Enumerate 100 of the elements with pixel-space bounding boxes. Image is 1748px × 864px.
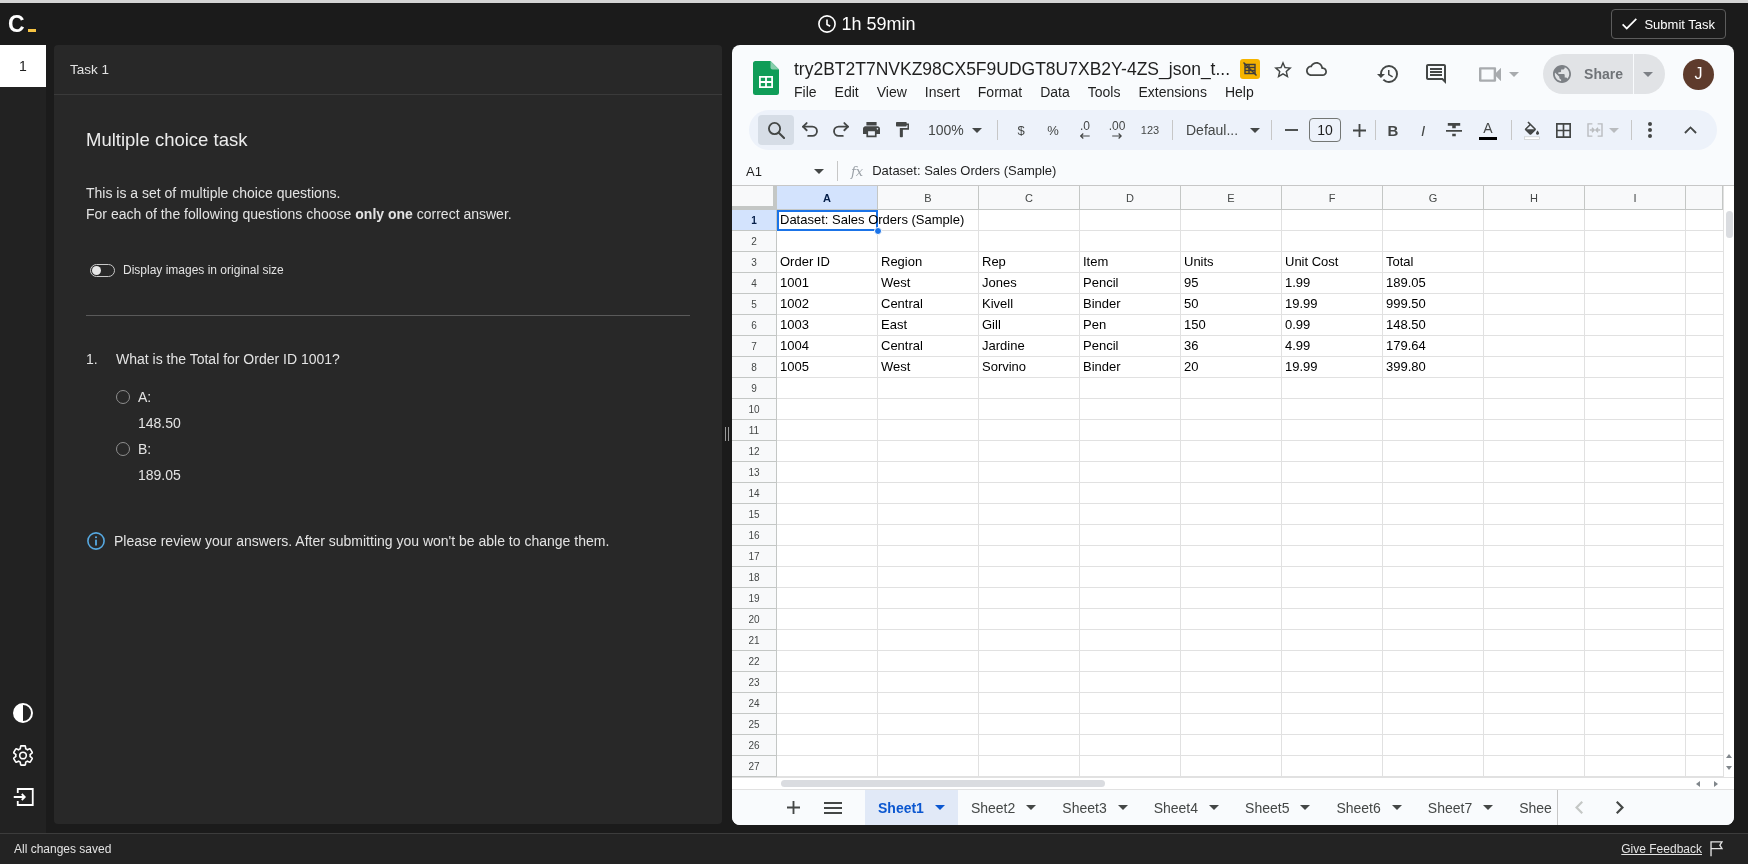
menu-item[interactable]: Help xyxy=(1215,82,1263,102)
menu-item[interactable]: File xyxy=(785,82,826,102)
name-box[interactable]: A1 xyxy=(740,159,829,183)
submit-button[interactable]: Submit Task xyxy=(1611,9,1726,39)
column-header[interactable]: F xyxy=(1282,186,1383,210)
chevron-right-icon[interactable] xyxy=(1616,801,1624,814)
row-number[interactable]: 11 xyxy=(732,420,777,441)
undo-icon[interactable] xyxy=(801,122,818,138)
column-header[interactable]: E xyxy=(1181,186,1282,210)
row-number[interactable]: 10 xyxy=(732,399,777,420)
column-header[interactable]: D xyxy=(1080,186,1181,210)
sheet-tab[interactable]: Sheet3 xyxy=(1049,790,1141,825)
redo-icon[interactable] xyxy=(832,122,849,138)
row-number[interactable]: 21 xyxy=(732,630,777,651)
sheet-tab[interactable]: Sheet2 xyxy=(957,790,1050,825)
task-tab[interactable]: 1 xyxy=(0,45,46,87)
row-number[interactable]: 19 xyxy=(732,588,777,609)
comment-icon[interactable] xyxy=(1426,64,1447,84)
menu-item[interactable]: Edit xyxy=(825,82,868,102)
scrollbar-thumb[interactable] xyxy=(1725,211,1733,238)
column-header[interactable]: C xyxy=(979,186,1080,210)
currency-button[interactable]: $ xyxy=(1005,115,1037,145)
font-dropdown[interactable]: Defaul... xyxy=(1178,115,1266,145)
sheet-tab[interactable]: Sheet6 xyxy=(1323,790,1415,825)
up-arrow-icon[interactable] xyxy=(1726,754,1732,758)
grid-icon[interactable] xyxy=(1555,122,1571,138)
minus-icon[interactable] xyxy=(1284,129,1298,131)
menu-item[interactable]: Extensions xyxy=(1129,82,1216,102)
row-number[interactable]: 26 xyxy=(732,735,777,756)
row-number[interactable]: 12 xyxy=(732,441,777,462)
row-number[interactable]: 3 xyxy=(732,252,777,273)
down-arrow-icon[interactable] xyxy=(1726,766,1732,770)
flag-icon[interactable] xyxy=(1710,841,1723,857)
star-icon[interactable] xyxy=(1274,60,1293,78)
row-number[interactable]: 16 xyxy=(732,525,777,546)
row-number[interactable]: 5 xyxy=(732,294,777,315)
sheet-tab[interactable]: Sheet4 xyxy=(1140,790,1233,825)
column-header[interactable]: A xyxy=(777,186,878,210)
resize-handle[interactable] xyxy=(725,427,729,441)
number-format-button[interactable]: 123 xyxy=(1133,115,1167,145)
row-number[interactable]: 6 xyxy=(732,315,777,336)
decrease-decimal-button[interactable]: .0 xyxy=(1069,115,1101,145)
scrollbar-thumb[interactable] xyxy=(781,780,1105,787)
sheet-tab[interactable]: Sheet5 xyxy=(1232,790,1324,825)
strikethrough-icon[interactable] xyxy=(1446,123,1462,137)
share-button[interactable]: Share xyxy=(1543,54,1633,94)
row-number[interactable]: 22 xyxy=(732,651,777,672)
column-header[interactable]: B xyxy=(878,186,979,210)
italic-button[interactable]: I xyxy=(1408,115,1438,145)
bold-button[interactable]: B xyxy=(1378,115,1408,145)
cloud-icon[interactable] xyxy=(1306,62,1328,76)
row-number[interactable]: 1 xyxy=(732,210,777,231)
row-number[interactable]: 13 xyxy=(732,462,777,483)
feedback-link[interactable]: Give Feedback xyxy=(1621,842,1702,856)
row-number[interactable]: 15 xyxy=(732,504,777,525)
sheet-tab[interactable]: Sheet7 xyxy=(1414,790,1507,825)
row-number[interactable]: 24 xyxy=(732,693,777,714)
row-number[interactable]: 25 xyxy=(732,714,777,735)
row-number[interactable]: 8 xyxy=(732,357,777,378)
paint-bucket-icon[interactable] xyxy=(1524,120,1540,140)
formula-field[interactable]: Dataset: Sales Orders (Sample) xyxy=(872,159,1734,183)
row-number[interactable]: 7 xyxy=(732,336,777,357)
box-arrow-icon[interactable] xyxy=(12,788,34,806)
column-header[interactable]: G xyxy=(1383,186,1484,210)
menu-item[interactable]: View xyxy=(867,82,916,102)
sheet-tab[interactable]: Sheet1 xyxy=(865,790,958,825)
sheet-tab[interactable]: Shee xyxy=(1506,790,1552,825)
document-title[interactable]: try2BT2T7NVKZ98CX5F9UDGT8U7XB2Y-4ZS_json_t... xyxy=(794,58,1231,80)
print-icon[interactable] xyxy=(863,122,880,138)
text-color-button[interactable]: A xyxy=(1470,115,1506,145)
row-number[interactable]: 20 xyxy=(732,609,777,630)
plus-icon[interactable] xyxy=(1352,123,1366,137)
avatar[interactable]: J xyxy=(1683,58,1714,90)
left-arrow-icon[interactable] xyxy=(1696,780,1700,787)
row-number[interactable]: 27 xyxy=(732,756,777,777)
crossed-out-table-icon[interactable] xyxy=(1240,59,1261,79)
row-number[interactable]: 14 xyxy=(732,483,777,504)
row-number[interactable]: 23 xyxy=(732,672,777,693)
row-number[interactable]: 2 xyxy=(732,231,777,252)
font-size-field[interactable]: 10 xyxy=(1309,118,1341,142)
zoom-dropdown[interactable]: 100% xyxy=(918,115,990,145)
more-icon[interactable] xyxy=(1648,122,1652,138)
chevron-up-icon[interactable] xyxy=(1683,126,1697,134)
menu-item[interactable]: Format xyxy=(968,82,1032,102)
column-header[interactable]: H xyxy=(1484,186,1585,210)
fill-handle[interactable] xyxy=(874,227,882,235)
contrast-icon[interactable] xyxy=(13,703,33,723)
paint-roller-icon[interactable] xyxy=(896,122,909,138)
plus-icon[interactable] xyxy=(787,801,800,814)
right-arrow-icon[interactable] xyxy=(1714,780,1718,787)
menu-icon[interactable] xyxy=(824,801,842,814)
row-number[interactable]: 4 xyxy=(732,273,777,294)
row-number[interactable]: 17 xyxy=(732,546,777,567)
menu-item[interactable]: Data xyxy=(1031,82,1079,102)
menu-item[interactable]: Tools xyxy=(1078,82,1130,102)
increase-decimal-button[interactable]: .00 xyxy=(1101,115,1133,145)
column-header[interactable]: I xyxy=(1585,186,1686,210)
row-number[interactable]: 9 xyxy=(732,378,777,399)
menu-item[interactable]: Insert xyxy=(915,82,969,102)
search-button[interactable] xyxy=(758,115,794,145)
